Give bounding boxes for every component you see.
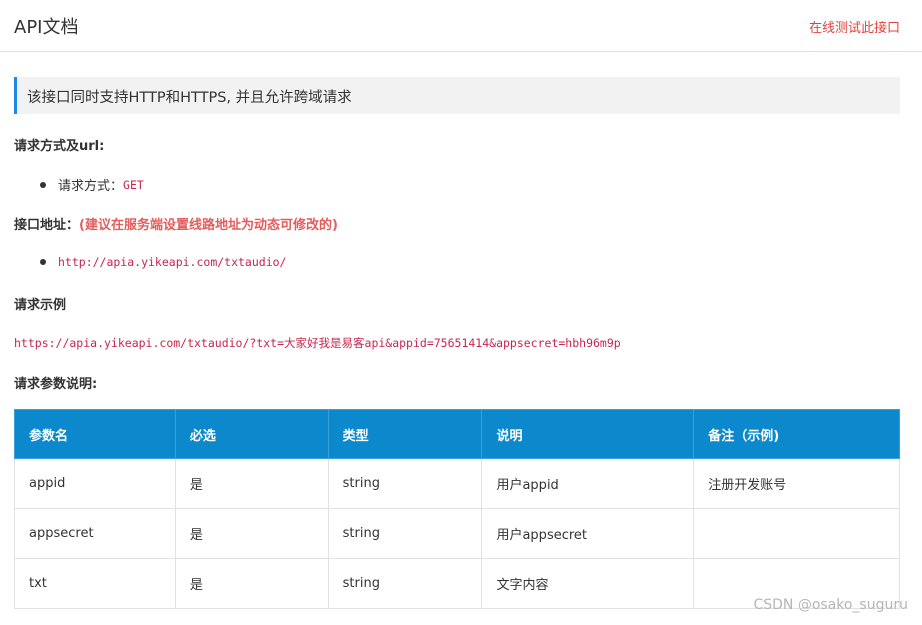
cell-required: 是 — [174, 508, 329, 559]
header-description: 说明 — [481, 409, 695, 459]
method-label: 请求方式： — [58, 179, 124, 194]
header-type: 类型 — [327, 409, 483, 459]
notice-text: 该接口同时支持HTTP和HTTPS, 并且允许跨域请求 — [27, 90, 352, 106]
table-header-row: 参数名 必选 类型 说明 备注（示例) — [14, 409, 900, 459]
api-url[interactable]: http://apia.yikeapi.com/txtaudio/ — [58, 255, 286, 269]
table-row: appsecret 是 string 用户appsecret — [14, 508, 900, 559]
cell-remark: 注册开发账号 — [693, 458, 900, 509]
cell-type: string — [327, 508, 483, 559]
header-param-name: 参数名 — [14, 409, 176, 459]
method-section-title: 请求方式及url: — [14, 139, 105, 154]
page-header: API文档 在线测试此接口 — [0, 0, 922, 52]
watermark: CSDN @osako_suguru — [753, 597, 908, 613]
table-row: appid 是 string 用户appid 注册开发账号 — [14, 458, 900, 509]
address-item: http://apia.yikeapi.com/txtaudio/ — [40, 255, 286, 269]
address-hint: (建议在服务端设置线路地址为动态可修改的) — [79, 218, 338, 233]
header-remark: 备注（示例) — [693, 409, 900, 459]
cell-description: 用户appsecret — [481, 508, 695, 559]
test-api-link[interactable]: 在线测试此接口 — [809, 17, 900, 36]
header-required: 必选 — [174, 409, 329, 459]
cell-description: 用户appid — [481, 458, 695, 509]
bullet-icon — [40, 181, 46, 188]
method-item: 请求方式： GET — [40, 175, 144, 194]
cell-type: string — [327, 458, 483, 509]
cell-param-name: appid — [14, 458, 176, 509]
cell-required: 是 — [174, 558, 329, 609]
method-value: GET — [123, 177, 144, 192]
params-section-title: 请求参数说明: — [14, 377, 98, 392]
cell-remark — [693, 508, 900, 559]
address-section-title: 接口地址：(建议在服务端设置线路地址为动态可修改的) — [14, 214, 338, 233]
cell-param-name: appsecret — [14, 508, 176, 559]
example-url[interactable]: https://apia.yikeapi.com/txtaudio/?txt=大… — [14, 335, 621, 351]
example-section-title: 请求示例 — [14, 298, 67, 313]
cell-description: 文字内容 — [481, 558, 695, 609]
page-title: API文档 — [14, 17, 79, 38]
bullet-icon — [40, 259, 46, 265]
address-title: 接口地址： — [14, 218, 80, 233]
cell-param-name: txt — [14, 558, 176, 609]
cell-type: string — [327, 558, 483, 609]
params-table: 参数名 必选 类型 说明 备注（示例) appid 是 string 用户app… — [14, 409, 900, 609]
cell-required: 是 — [174, 458, 329, 509]
notice-box: 该接口同时支持HTTP和HTTPS, 并且允许跨域请求 — [14, 77, 900, 114]
